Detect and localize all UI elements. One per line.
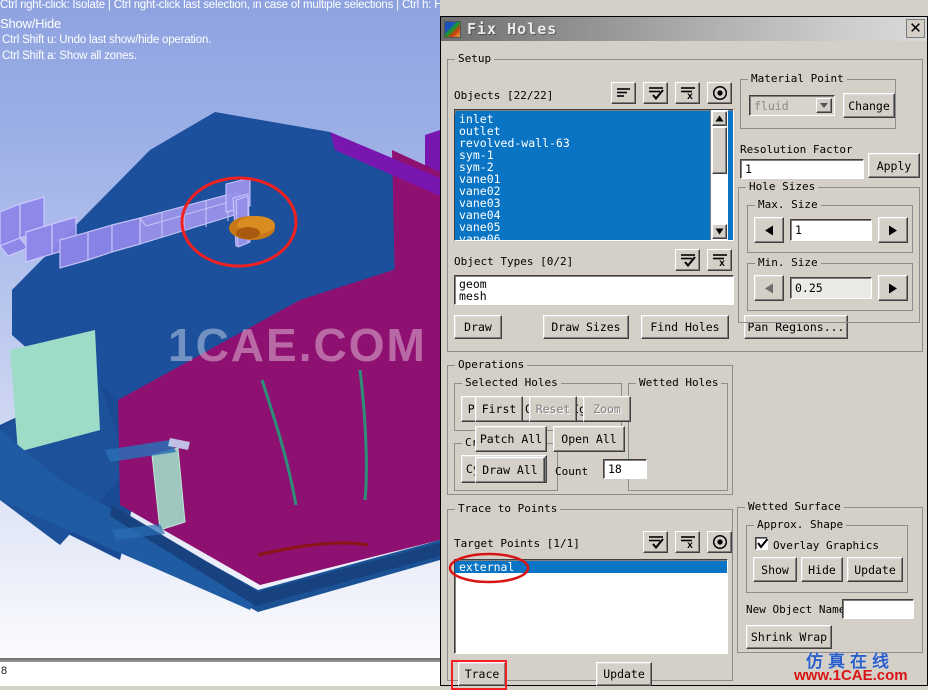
zoom-button[interactable]: Zoom [583, 396, 631, 422]
find-holes-button[interactable]: Find Holes [641, 315, 729, 339]
chevron-down-icon[interactable] [816, 98, 832, 113]
material-point-select[interactable]: fluid [749, 95, 835, 116]
svg-text:x: x [687, 92, 693, 100]
patch-all-button[interactable]: Patch All [475, 426, 547, 452]
target-points-target-dot-icon[interactable] [707, 531, 732, 553]
draw-all-button[interactable]: Draw All [475, 457, 545, 483]
hole-sizes-group: Hole Sizes Max. Size 1 Min. Size 0.25 [738, 180, 920, 323]
list-x-icon[interactable]: x [675, 82, 700, 104]
new-object-name-input[interactable] [842, 599, 914, 619]
hotkey-line-2: Ctrl Shift u: Undo last show/hide operat… [2, 34, 212, 46]
change-button[interactable]: Change [843, 93, 895, 118]
max-size-decrement-button[interactable] [754, 217, 784, 243]
trace-to-points-group: Trace to Points Target Points [1/1] x ex… [447, 502, 733, 686]
object-types-listbox[interactable]: geom mesh [454, 275, 734, 305]
hole-sizes-legend: Hole Sizes [746, 180, 819, 193]
open-all-button[interactable]: Open All [553, 426, 625, 452]
target-points-list-check-icon[interactable] [643, 531, 668, 553]
min-size-input[interactable]: 0.25 [790, 277, 872, 299]
object-types-list-x-icon[interactable]: x [707, 249, 732, 271]
material-point-legend: Material Point [748, 72, 847, 85]
viewport-footer [0, 662, 440, 686]
dialog-titlebar[interactable]: Fix Holes ✕ [441, 17, 927, 41]
wetted-surface-group: Wetted Surface Approx. Shape Overlay Gra… [737, 500, 923, 653]
hotkey-line-3: Ctrl Shift a: Show all zones. [2, 50, 137, 62]
update-wetted-button[interactable]: Update [847, 557, 903, 582]
objects-scroll-track[interactable] [712, 175, 727, 224]
material-point-group: Material Point fluid Change [740, 72, 896, 129]
target-points-list-item[interactable]: external [455, 561, 727, 573]
wetted-surface-legend: Wetted Surface [745, 500, 844, 513]
objects-label: Objects [22/22] [454, 89, 554, 102]
draw-button[interactable]: Draw [454, 315, 502, 339]
hotkey-line-0: Ctrl right-click: Isolate | Ctrl right-c… [0, 0, 440, 11]
trace-to-points-legend: Trace to Points [455, 502, 561, 515]
objects-list-item[interactable]: sym-1 [455, 149, 733, 161]
overlay-graphics-label: Overlay Graphics [773, 539, 879, 552]
setup-legend: Setup [455, 52, 495, 65]
viewport-footer-label: .8 [0, 665, 8, 677]
overlay-graphics-checkbox[interactable] [755, 537, 769, 550]
hotkey-line-1: Show/Hide [0, 16, 62, 31]
objects-list-item[interactable]: vane06 [455, 233, 733, 240]
selected-holes-legend: Selected Holes [462, 376, 561, 389]
min-size-increment-button[interactable] [878, 275, 908, 301]
app-icon [444, 20, 461, 38]
target-points-label: Target Points [1/1] [454, 537, 580, 550]
target-points-list-x-icon[interactable]: x [675, 531, 700, 553]
resolution-factor-input[interactable]: 1 [740, 159, 864, 179]
target-points-listbox[interactable]: external [454, 559, 728, 654]
min-size-group: Min. Size 0.25 [747, 256, 913, 311]
wetted-holes-legend: Wetted Holes [636, 376, 722, 389]
objects-scrollbar[interactable] [710, 110, 728, 240]
approx-shape-group: Approx. Shape Overlay Graphics Show Hide… [746, 518, 908, 593]
target-dot-icon[interactable] [707, 82, 732, 104]
operations-group: Operations Selected Holes Patch Open Ign… [447, 358, 733, 495]
svg-text:x: x [687, 541, 693, 549]
max-size-legend: Max. Size [755, 198, 821, 211]
show-button[interactable]: Show [753, 557, 797, 582]
objects-list-item[interactable]: revolved-wall-63 [455, 137, 733, 149]
object-types-list-item[interactable]: geom [455, 278, 733, 290]
count-label: Count [555, 465, 589, 478]
count-value[interactable]: 18 [603, 459, 647, 479]
objects-listbox[interactable]: inlet outlet revolved-wall-63 sym-1 sym-2 van… [454, 109, 734, 241]
max-size-increment-button[interactable] [878, 217, 908, 243]
3d-viewport[interactable]: 1CAE.COM Ctrl right-click: Isolate | Ctr… [0, 0, 440, 686]
close-icon[interactable]: ✕ [906, 19, 925, 38]
object-types-list-check-icon[interactable] [675, 249, 700, 271]
list-lines-icon[interactable] [611, 82, 636, 104]
operations-legend: Operations [455, 358, 528, 371]
shrink-wrap-button[interactable]: Shrink Wrap [746, 625, 832, 649]
first-button[interactable]: First [475, 396, 523, 422]
new-object-name-label: New Object Name [746, 603, 846, 616]
3d-model-graphic [0, 112, 440, 612]
object-types-label: Object Types [0/2] [454, 255, 574, 268]
min-size-legend: Min. Size [755, 256, 821, 269]
min-size-decrement-button[interactable] [754, 275, 784, 301]
scroll-down-icon[interactable] [712, 224, 727, 239]
apply-button[interactable]: Apply [868, 153, 920, 178]
material-point-value: fluid [754, 98, 789, 113]
scroll-up-icon[interactable] [712, 111, 727, 126]
draw-sizes-button[interactable]: Draw Sizes [543, 315, 629, 339]
trace-button[interactable]: Trace [458, 662, 506, 686]
list-check-icon[interactable] [643, 82, 668, 104]
hide-button[interactable]: Hide [801, 557, 843, 582]
max-size-input[interactable]: 1 [790, 219, 872, 241]
dialog-title: Fix Holes [467, 20, 558, 38]
svg-text:x: x [719, 259, 725, 267]
fix-holes-dialog: Fix Holes ✕ Setup Objects [22/22] x inle… [440, 16, 928, 690]
wetted-holes-group: Wetted Holes First Reset Zoom Patch All … [475, 376, 728, 491]
update-trace-button[interactable]: Update [596, 662, 652, 686]
resolution-factor-label: Resolution Factor [740, 143, 853, 156]
reset-button[interactable]: Reset [529, 396, 577, 422]
max-size-group: Max. Size 1 [747, 198, 913, 253]
approx-shape-legend: Approx. Shape [754, 518, 847, 531]
setup-group: Setup Objects [22/22] x inlet outlet revol… [447, 52, 923, 352]
objects-scroll-thumb[interactable] [712, 127, 727, 174]
object-types-list-item[interactable]: mesh [455, 290, 733, 302]
